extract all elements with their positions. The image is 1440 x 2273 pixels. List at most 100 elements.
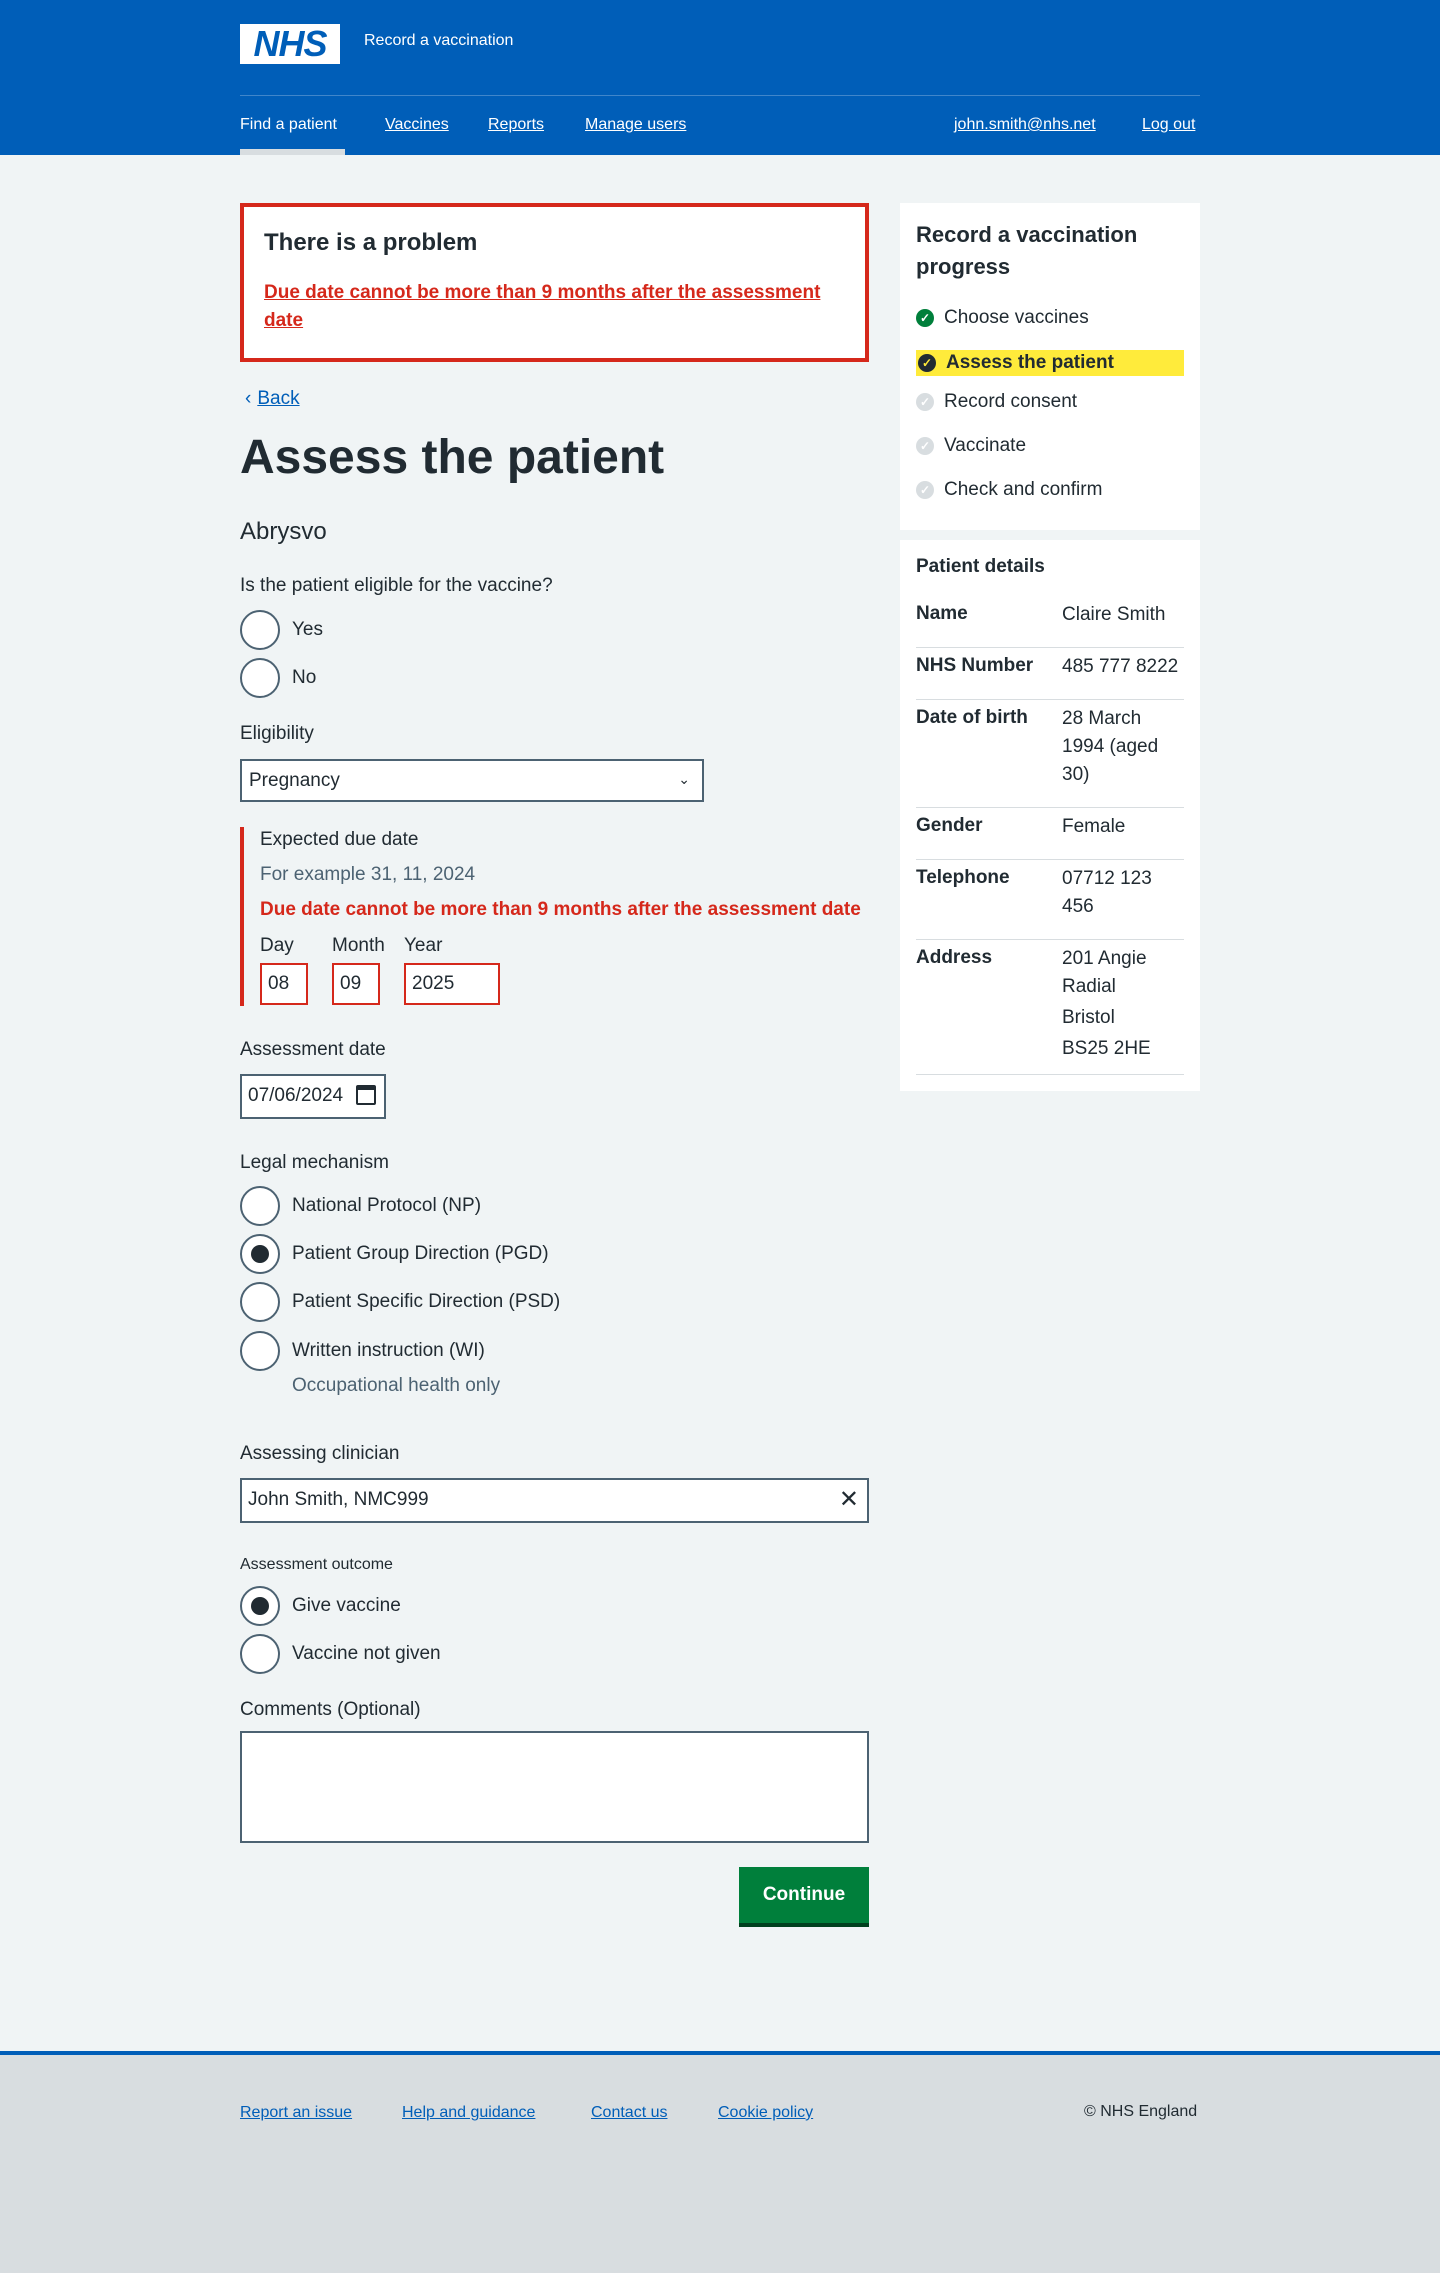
clinician-label: Assessing clinician <box>240 1443 400 1464</box>
footer-contact[interactable]: Contact us <box>591 2104 667 2122</box>
day-input[interactable]: 08 <box>260 963 308 1005</box>
radio-label: Written instruction (WI) <box>292 1340 485 1361</box>
header-divider <box>240 95 1200 96</box>
service-name[interactable]: Record a vaccination <box>364 32 513 50</box>
progress-step-label: Assess the patient <box>946 352 1114 373</box>
row-value: 07712 123 456 <box>1062 868 1152 917</box>
error-summary: There is a problem Due date cannot be mo… <box>240 203 869 362</box>
nav-reports[interactable]: Reports <box>488 116 544 134</box>
nhs-logo-text: NHS <box>253 23 327 64</box>
legal-psd-radio[interactable]: Patient Specific Direction (PSD) <box>240 1282 560 1322</box>
progress-step: ✓ Choose vaccines <box>916 307 1089 329</box>
row-key: Gender <box>916 815 983 836</box>
due-date-month-field: Month 09 <box>332 935 385 1005</box>
row-key: Address <box>916 947 993 968</box>
progress-step-current: ✓ Assess the patient <box>916 350 1184 376</box>
eligible-question: Is the patient eligible for the vaccine? <box>240 575 553 596</box>
eligibility-selected-value: Pregnancy <box>249 770 340 791</box>
assessment-date-value: 07/06/2024 <box>248 1085 344 1106</box>
radio-circle-checked[interactable] <box>240 1586 280 1626</box>
eligibility-select[interactable]: Pregnancy ⌄ <box>240 759 704 802</box>
radio-circle[interactable] <box>240 1186 280 1226</box>
nav-active-indicator <box>240 149 345 155</box>
row-key: Name <box>916 603 968 624</box>
radio-label: Patient Specific Direction (PSD) <box>292 1291 561 1312</box>
radio-circle-checked[interactable] <box>240 1234 280 1274</box>
chevron-down-icon: ⌄ <box>678 771 690 787</box>
year-label: Year <box>404 935 443 956</box>
due-date-error: Due date cannot be more than 9 months af… <box>260 899 861 920</box>
radio-label: Give vaccine <box>292 1595 401 1616</box>
error-summary-title: There is a problem <box>264 229 478 256</box>
error-summary-link[interactable]: Due date cannot be more than 9 months af… <box>264 279 845 335</box>
eligible-yes-radio[interactable]: Yes <box>240 610 323 650</box>
month-input[interactable]: 09 <box>332 963 380 1005</box>
patient-row-gender: Gender Female <box>916 808 1184 860</box>
row-value: 28 March 1994 (aged 30) <box>1062 708 1159 785</box>
continue-button[interactable]: Continue <box>739 1867 869 1923</box>
back-link[interactable]: ‹ Back <box>245 388 300 410</box>
row-key: NHS Number <box>916 655 1034 676</box>
check-circle-icon: ✓ <box>916 309 934 327</box>
progress-step: ✓ Vaccinate <box>916 435 1026 457</box>
patient-row-address: Address 201 Angie Radial Bristol BS25 2H… <box>916 940 1184 1075</box>
due-date-hint: For example 31, 11, 2024 <box>260 864 476 885</box>
due-date-day-field: Day 08 <box>260 935 308 1005</box>
due-date-group: Expected due date For example 31, 11, 20… <box>240 827 870 1006</box>
radio-circle[interactable] <box>240 610 280 650</box>
comments-label: Comments (Optional) <box>240 1699 421 1720</box>
eligible-no-radio[interactable]: No <box>240 658 316 698</box>
row-value: 485 777 8222 <box>1062 656 1179 677</box>
progress-step-label: Vaccinate <box>944 435 1027 456</box>
outcome-not-given-radio[interactable]: Vaccine not given <box>240 1634 441 1674</box>
day-label: Day <box>260 935 294 956</box>
nav-find-patient[interactable]: Find a patient <box>240 116 337 134</box>
legal-pgd-radio[interactable]: Patient Group Direction (PGD) <box>240 1234 549 1274</box>
progress-step-label: Choose vaccines <box>944 307 1089 328</box>
due-date-legend: Expected due date <box>260 829 419 850</box>
legal-wi-radio[interactable]: Written instruction (WI) <box>240 1331 485 1371</box>
nhs-logo[interactable]: NHS <box>240 23 340 64</box>
radio-circle[interactable] <box>240 1634 280 1674</box>
due-date-year-field: Year 2025 <box>404 935 500 1005</box>
check-circle-icon: ✓ <box>916 481 934 499</box>
check-circle-icon: ✓ <box>916 393 934 411</box>
row-key: Telephone <box>916 867 1010 888</box>
footer-report-issue[interactable]: Report an issue <box>240 2104 352 2122</box>
close-icon[interactable]: ✕ <box>839 1486 859 1514</box>
calendar-icon[interactable] <box>356 1085 376 1105</box>
assessment-date-input[interactable]: 07/06/2024 <box>240 1074 386 1119</box>
site-header: NHS Record a vaccination Find a patient … <box>0 0 1440 155</box>
month-label: Month <box>332 935 385 956</box>
assessment-date-label: Assessment date <box>240 1039 386 1060</box>
page-title: Assess the patient <box>240 431 665 484</box>
radio-circle[interactable] <box>240 658 280 698</box>
patient-row-nhs: NHS Number 485 777 8222 <box>916 648 1184 700</box>
footer-help[interactable]: Help and guidance <box>402 2104 535 2122</box>
radio-circle[interactable] <box>240 1282 280 1322</box>
clinician-value: John Smith, NMC999 <box>248 1489 429 1510</box>
year-input[interactable]: 2025 <box>404 963 500 1005</box>
progress-step-label: Record consent <box>944 391 1078 412</box>
address-line: BS25 2HE <box>1062 1038 1151 1059</box>
patient-row-dob: Date of birth 28 March 1994 (aged 30) <box>916 700 1184 808</box>
row-value: Female <box>1062 816 1126 837</box>
legal-np-radio[interactable]: National Protocol (NP) <box>240 1186 481 1226</box>
check-circle-icon: ✓ <box>918 354 936 372</box>
outcome-give-radio[interactable]: Give vaccine <box>240 1586 401 1626</box>
footer-cookie[interactable]: Cookie policy <box>718 2104 813 2122</box>
nav-vaccines[interactable]: Vaccines <box>385 116 449 134</box>
address-value: 201 Angie Radial Bristol BS25 2HE <box>1062 940 1184 1074</box>
radio-label: National Protocol (NP) <box>292 1195 482 1216</box>
wi-hint: Occupational health only <box>292 1375 501 1396</box>
comments-textarea[interactable] <box>240 1731 869 1843</box>
radio-label: Vaccine not given <box>292 1643 441 1664</box>
chevron-left-icon: ‹ <box>245 388 252 409</box>
radio-circle[interactable] <box>240 1331 280 1371</box>
nav-log-out[interactable]: Log out <box>1142 116 1195 134</box>
legal-mechanism-label: Legal mechanism <box>240 1152 389 1173</box>
nav-user-email[interactable]: john.smith@nhs.net <box>954 116 1096 134</box>
nav-manage-users[interactable]: Manage users <box>585 116 686 134</box>
clinician-input[interactable]: John Smith, NMC999 ✕ <box>240 1478 869 1523</box>
progress-step-label: Check and confirm <box>944 479 1103 500</box>
